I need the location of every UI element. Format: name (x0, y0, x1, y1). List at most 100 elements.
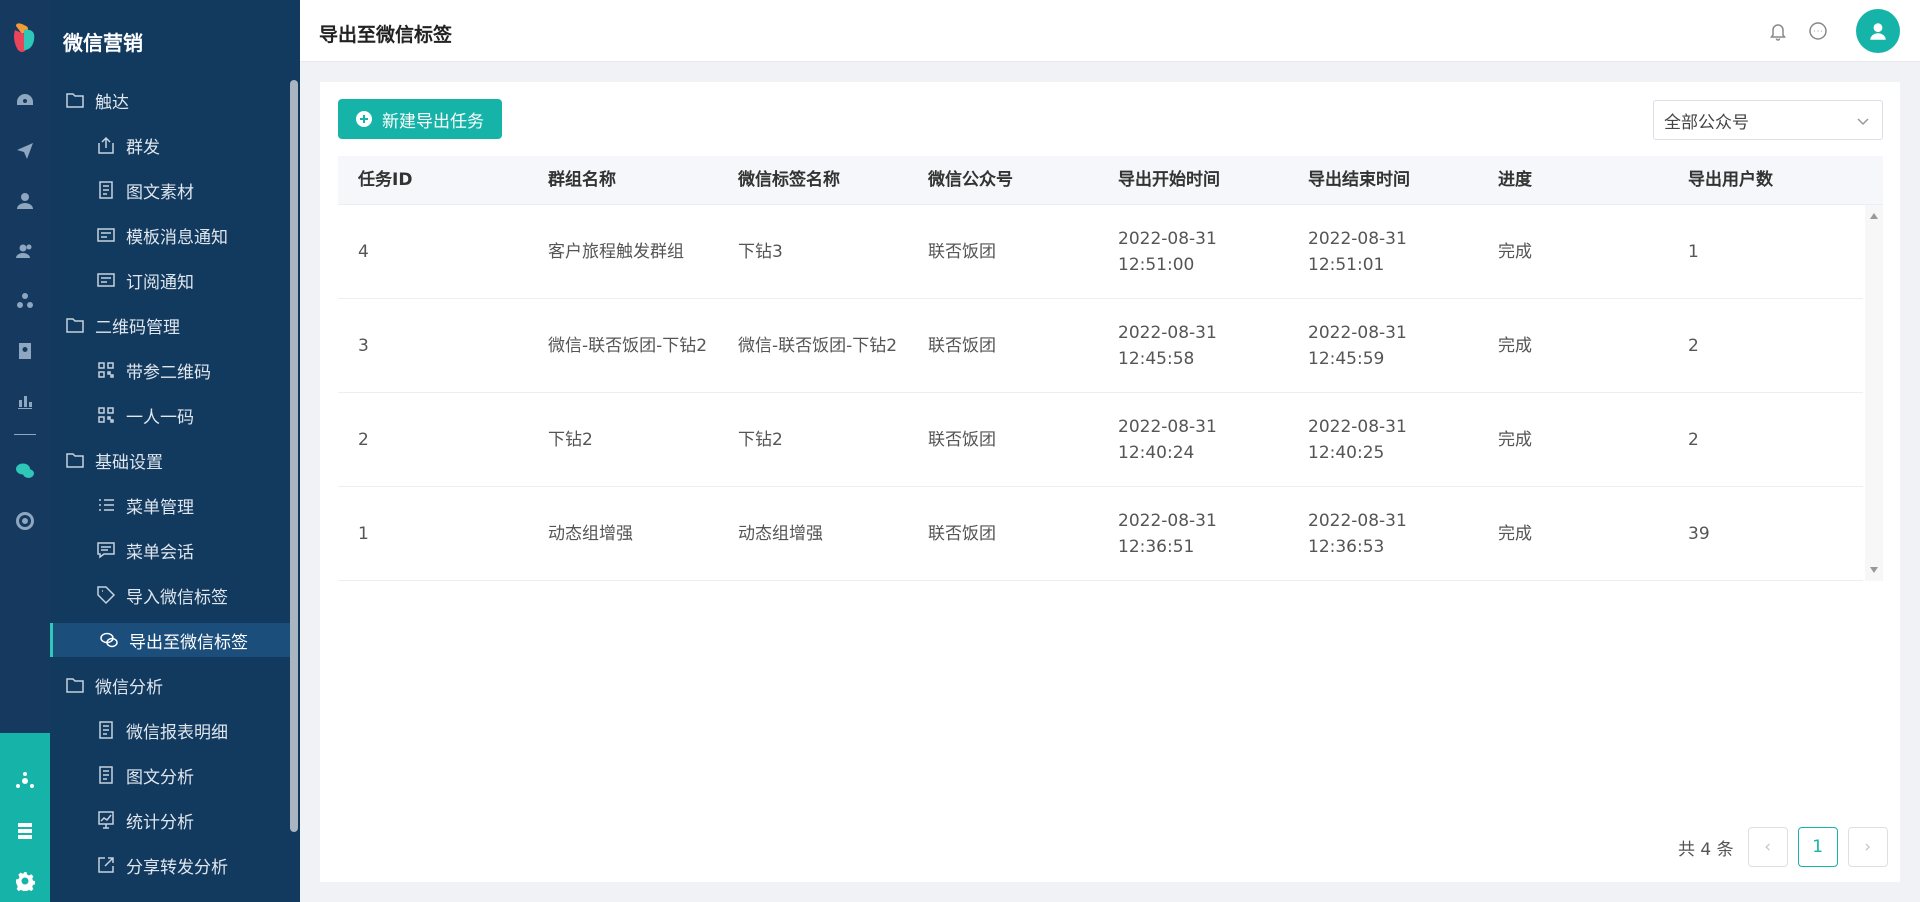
table-row[interactable]: 1 动态组增强 动态组增强 联否饭团 2022-08-31 12:36:51 20… (338, 487, 1863, 581)
end-date: 2022-08-31 (1308, 228, 1407, 249)
send-icon[interactable] (0, 138, 50, 164)
share-icon (98, 857, 114, 873)
menu-scrollbar[interactable] (290, 80, 298, 832)
table-body: 4 客户旅程触发群组 下钻3 联否饭团 2022-08-31 12:51:00 2… (338, 205, 1883, 581)
progress-cell: 完成 (1498, 335, 1532, 356)
menu-item-news-analysis[interactable]: 图文分析 (50, 758, 290, 792)
column-header: 导出开始时间 (1118, 170, 1220, 190)
page-number-button[interactable]: 1 (1797, 827, 1838, 867)
menu-item-label: 订阅通知 (126, 272, 194, 293)
menu-item-template-message[interactable]: 模板消息通知 (50, 218, 290, 252)
scroll-up-icon[interactable] (1870, 213, 1878, 219)
target-icon[interactable] (0, 508, 50, 534)
new-export-task-button[interactable]: 新建导出任务 (338, 99, 502, 139)
task-id-cell: 2 (358, 429, 369, 450)
end-clock: 12:40:25 (1308, 442, 1385, 463)
column-header: 任务ID (358, 170, 413, 190)
menu-item-stat-analysis[interactable]: 统计分析 (50, 803, 290, 837)
total-count: 共 4 条 (1678, 839, 1734, 860)
avatar[interactable] (1856, 9, 1900, 53)
account-cell: 联否饭团 (928, 429, 996, 450)
start-clock: 12:40:24 (1118, 442, 1195, 463)
qrcode-icon (98, 407, 114, 423)
start-date: 2022-08-31 (1118, 228, 1217, 249)
folder-icon (66, 318, 84, 333)
document-icon (99, 181, 113, 199)
prev-page-button[interactable]: ‹ (1747, 827, 1788, 867)
settings-gear-icon[interactable] (0, 868, 50, 894)
menu-item-menu-management[interactable]: 菜单管理 (50, 488, 290, 522)
start-time-cell: 2022-08-31 12:40:24 (1098, 414, 1288, 466)
top-header: 导出至微信标签 (300, 0, 1920, 62)
end-time-cell: 2022-08-31 12:45:59 (1288, 320, 1478, 372)
main-card: 新建导出任务 全部公众号 任务ID 群组名称 微信标签名称 微信公众号 导出开始… (320, 82, 1900, 882)
group-name-cell: 动态组增强 (548, 523, 633, 544)
menu-item-label: 微信报表明细 (126, 722, 228, 743)
menu-item-news-material[interactable]: 图文素材 (50, 173, 290, 207)
end-clock: 12:51:01 (1308, 254, 1385, 275)
new-export-task-label: 新建导出任务 (382, 111, 484, 132)
menu-item-share-analysis[interactable]: 分享转发分析 (50, 848, 290, 882)
menu-item-label: 带参二维码 (126, 362, 211, 383)
account-select[interactable]: 全部公众号 (1653, 100, 1883, 140)
users-icon[interactable] (0, 238, 50, 264)
menu-group-basic-settings[interactable]: 基础设置 (50, 443, 290, 477)
progress-cell: 完成 (1498, 241, 1532, 262)
bar-chart-icon[interactable] (0, 388, 50, 414)
start-clock: 12:36:51 (1118, 536, 1195, 557)
message-card-icon (97, 228, 115, 242)
table-row[interactable]: 4 客户旅程触发群组 下钻3 联否饭团 2022-08-31 12:51:00 2… (338, 205, 1863, 299)
table-row[interactable]: 2 下钻2 下钻2 联否饭团 2022-08-31 12:40:24 2022-0… (338, 393, 1863, 487)
bell-icon[interactable] (1768, 21, 1788, 41)
menu-item-label: 图文素材 (126, 182, 194, 203)
start-date: 2022-08-31 (1118, 510, 1217, 531)
menu-title: 微信营销 (63, 31, 143, 55)
table-scrollbar[interactable] (1865, 205, 1883, 581)
menu-group-qrcode[interactable]: 二维码管理 (50, 308, 290, 342)
task-id-cell: 3 (358, 335, 369, 356)
scroll-down-icon[interactable] (1870, 567, 1878, 573)
network-icon[interactable] (0, 768, 50, 794)
end-clock: 12:45:59 (1308, 348, 1385, 369)
wechat-icon[interactable] (0, 458, 50, 484)
menu-item-export-tags[interactable]: 导出至微信标签 (50, 623, 290, 657)
menu-item-menu-session[interactable]: 菜单会话 (50, 533, 290, 567)
dashboard-icon[interactable] (0, 88, 50, 114)
column-header: 微信标签名称 (738, 170, 840, 190)
progress-cell: 完成 (1498, 429, 1532, 450)
menu-item-param-qrcode[interactable]: 带参二维码 (50, 353, 290, 387)
menu-item-personal-qrcode[interactable]: 一人一码 (50, 398, 290, 432)
menu-item-mass-send[interactable]: 群发 (50, 128, 290, 162)
menu-item-report-detail[interactable]: 微信报表明细 (50, 713, 290, 747)
cluster-icon[interactable] (0, 288, 50, 314)
tag-name-cell: 下钻2 (738, 429, 783, 450)
menu-item-import-tags[interactable]: 导入微信标签 (50, 578, 290, 612)
list-icon (99, 499, 114, 511)
menu-group-wechat-analysis[interactable]: 微信分析 (50, 668, 290, 702)
contact-card-icon[interactable] (0, 338, 50, 364)
user-icon[interactable] (0, 188, 50, 214)
menu-item-subscription-notice[interactable]: 订阅通知 (50, 263, 290, 297)
start-date: 2022-08-31 (1118, 322, 1217, 343)
user-count-cell: 1 (1688, 241, 1699, 262)
menu-item-label: 导出至微信标签 (129, 632, 248, 653)
next-page-button[interactable]: › (1847, 827, 1888, 867)
message-icon[interactable] (1808, 21, 1828, 41)
group-name-cell: 微信-联否饭团-下钻2 (548, 335, 708, 356)
end-time-cell: 2022-08-31 12:40:25 (1288, 414, 1478, 466)
menu-item-label: 一人一码 (126, 407, 194, 428)
page-title: 导出至微信标签 (319, 24, 453, 46)
user-count-cell: 2 (1688, 335, 1699, 356)
pagination: 共 4 条 ‹ 1 › (1678, 827, 1898, 867)
chart-icon (98, 811, 114, 829)
end-clock: 12:36:53 (1308, 536, 1385, 557)
menu-item-label: 菜单管理 (126, 497, 194, 518)
user-avatar-icon (1870, 23, 1886, 40)
tag-icon (97, 586, 116, 605)
menu-group-reach[interactable]: 触达 (50, 83, 290, 117)
server-icon[interactable] (0, 818, 50, 844)
table-row[interactable]: 3 微信-联否饭团-下钻2 微信-联否饭团-下钻2 联否饭团 2022-08-3… (338, 299, 1863, 393)
start-time-cell: 2022-08-31 12:36:51 (1098, 508, 1288, 560)
column-header: 群组名称 (548, 170, 616, 190)
chat-icon (97, 542, 115, 559)
